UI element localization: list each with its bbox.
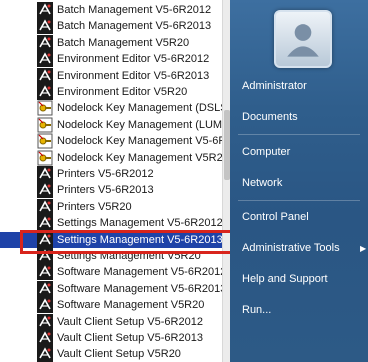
app-icon xyxy=(37,215,53,232)
app-icon xyxy=(37,313,53,330)
app-icon xyxy=(37,280,53,297)
menu-item-label: Batch Management V5-6R2012 xyxy=(57,4,212,16)
menu-item-label: Environment Editor V5-6R2012 xyxy=(57,53,210,66)
menu-item[interactable]: Software Management V5-6R2012 xyxy=(0,264,222,281)
app-icon xyxy=(37,2,53,18)
app-icon xyxy=(37,34,53,51)
app-icon xyxy=(37,198,53,215)
menu-item-label: Environment Editor V5-6R2013 xyxy=(57,69,210,82)
app-icon xyxy=(37,67,53,84)
key-icon xyxy=(37,133,53,149)
menu-administrative-tools[interactable]: Administrative Tools ▶ xyxy=(242,242,367,254)
menu-network[interactable]: Network xyxy=(242,177,282,189)
menu-item[interactable]: Software Management V5R20 xyxy=(0,297,222,314)
menu-item-label: Vault Client Setup V5-6R2013 xyxy=(57,332,203,344)
app-icon xyxy=(37,182,53,199)
menu-item[interactable]: Vault Client Setup V5-6R2012 xyxy=(0,313,222,330)
app-icon xyxy=(37,297,53,314)
menu-item[interactable]: Printers V5R20 xyxy=(0,198,222,215)
menu-item-label: Nodelock Key Management (LUM) V5 xyxy=(57,118,222,131)
menu-item[interactable]: Vault Client Setup V5-6R2013 xyxy=(0,330,222,346)
menu-item-label: Nodelock Key Management V5R20 xyxy=(57,151,222,164)
menu-administrative-tools-label: Administrative Tools xyxy=(242,242,340,254)
menu-item[interactable]: Batch Management V5R20 xyxy=(0,34,222,51)
menu-item-label: Nodelock Key Management V5-6R20 xyxy=(57,135,222,148)
submenu-arrow-icon: ▶ xyxy=(360,244,367,253)
menu-item[interactable]: Nodelock Key Management V5-6R20 xyxy=(0,133,222,149)
menu-item[interactable]: Nodelock Key Management V5R20 xyxy=(0,150,222,166)
key-icon xyxy=(37,150,53,166)
menu-computer[interactable]: Computer xyxy=(242,146,290,158)
app-icon xyxy=(37,346,53,362)
menu-item-label: Software Management V5R20 xyxy=(57,299,205,312)
menu-item[interactable]: Vault Client Setup V5R20 xyxy=(0,346,222,362)
menu-item[interactable]: Batch Management V5-6R2012 xyxy=(0,2,222,18)
menu-item[interactable]: Software Management V5-6R2013 xyxy=(0,280,222,297)
programs-list: Batch Management V5-6R2012 Batch Manageme… xyxy=(0,0,230,362)
menu-item[interactable]: Environment Editor V5-6R2012 xyxy=(0,51,222,68)
separator xyxy=(238,200,360,201)
menu-item-label: Software Management V5-6R2013 xyxy=(57,282,222,295)
menu-item-label: Vault Client Setup V5R20 xyxy=(57,348,181,361)
scrollbar[interactable] xyxy=(222,0,230,362)
menu-item[interactable]: Printers V5-6R2012 xyxy=(0,166,222,182)
app-icon xyxy=(37,84,53,100)
menu-item[interactable]: Environment Editor V5-6R2013 xyxy=(0,67,222,84)
menu-item[interactable]: Settings Management V5-6R2012 xyxy=(0,215,222,232)
menu-item-label: Printers V5-6R2013 xyxy=(57,184,154,197)
separator xyxy=(238,134,360,135)
user-avatar[interactable] xyxy=(274,10,332,68)
menu-item-label: Printers V5-6R2012 xyxy=(57,168,154,180)
app-icon xyxy=(37,330,53,346)
app-icon xyxy=(37,264,53,281)
menu-help-and-support[interactable]: Help and Support xyxy=(242,273,328,285)
menu-item-label: Batch Management V5-6R2013 xyxy=(57,20,212,33)
menu-item-label: Environment Editor V5R20 xyxy=(57,86,188,98)
menu-control-panel[interactable]: Control Panel xyxy=(242,211,309,223)
menu-item-label: Vault Client Setup V5-6R2012 xyxy=(57,315,203,328)
start-menu-right-pane: Administrator Documents Computer Network… xyxy=(230,0,368,362)
menu-item-label: Nodelock Key Management (DSLS) V5- xyxy=(57,102,222,115)
menu-item[interactable]: Environment Editor V5R20 xyxy=(0,84,222,100)
menu-item[interactable]: Nodelock Key Management (DSLS) V5- xyxy=(0,100,222,116)
app-icon xyxy=(37,166,53,182)
menu-item[interactable]: Batch Management V5-6R2013 xyxy=(0,18,222,35)
key-icon xyxy=(37,117,53,133)
callout-box xyxy=(20,230,242,254)
menu-documents[interactable]: Documents xyxy=(242,111,298,123)
menu-item-label: Settings Management V5-6R2012 xyxy=(57,217,222,230)
menu-item-label: Software Management V5-6R2012 xyxy=(57,266,222,279)
menu-run[interactable]: Run... xyxy=(242,304,271,316)
menu-item[interactable]: Printers V5-6R2013 xyxy=(0,182,222,199)
menu-item[interactable]: Nodelock Key Management (LUM) V5 xyxy=(0,117,222,133)
menu-item-label: Batch Management V5R20 xyxy=(57,36,190,49)
app-icon xyxy=(37,51,53,68)
key-icon xyxy=(37,100,53,116)
app-icon xyxy=(37,18,53,35)
menu-administrator[interactable]: Administrator xyxy=(242,80,307,92)
menu-item-label: Printers V5R20 xyxy=(57,200,132,213)
